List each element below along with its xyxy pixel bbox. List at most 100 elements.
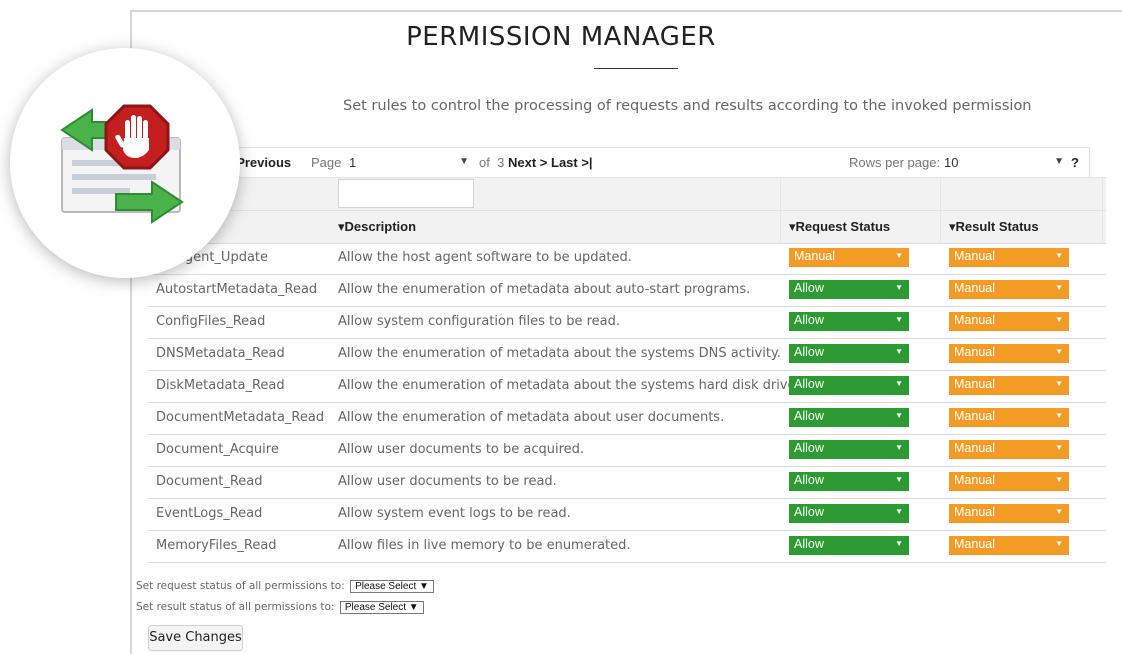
request-status-value: Allow (794, 313, 824, 327)
chevron-down-icon: ▼ (419, 581, 429, 592)
header-description-label: Description (344, 219, 417, 234)
column-divider (780, 211, 781, 243)
result-status-value: Manual (954, 441, 995, 455)
result-status-select[interactable]: Manual ▼ (949, 344, 1069, 363)
result-status-select[interactable]: Manual ▼ (949, 504, 1069, 523)
permission-description: Allow the enumeration of metadata about … (338, 346, 781, 361)
chevron-down-icon: ▼ (1055, 251, 1063, 260)
bulk-request-select[interactable]: Please Select ▼ (350, 580, 434, 593)
bulk-result-label: Set result status of all permissions to: (136, 601, 335, 613)
request-status-select[interactable]: Allow ▼ (789, 344, 909, 363)
result-status-select[interactable]: Manual ▼ (949, 536, 1069, 555)
column-divider (940, 178, 941, 211)
permission-description: Allow the enumeration of metadata about … (338, 378, 800, 393)
bulk-result-select[interactable]: Please Select ▼ (339, 601, 424, 614)
page-label: Page (311, 155, 342, 170)
page-select-value: 1 (349, 155, 357, 170)
request-status-select[interactable]: Allow ▼ (789, 408, 909, 427)
chevron-down-icon: ▼ (895, 379, 903, 388)
permission-description: Allow system event logs to be read. (338, 506, 571, 521)
table-row: Document_Acquire Allow user documents to… (148, 434, 1106, 467)
page-count: of 3 (479, 155, 504, 170)
permission-description: Allow files in live memory to be enumera… (338, 538, 631, 553)
pagination-bar: t < Previous Page 1 ▼ of 3 Next > Last >… (148, 147, 1090, 177)
next-page-link[interactable]: Next > (508, 155, 547, 170)
result-status-select[interactable]: Manual ▼ (949, 280, 1069, 299)
chevron-down-icon: ▼ (895, 251, 903, 260)
chevron-down-icon: ▼ (895, 315, 903, 324)
title-divider (594, 68, 678, 69)
bulk-result-row: Set result status of all permissions to:… (136, 601, 424, 614)
header-request-status-label: Request Status (795, 219, 891, 234)
header-result-status[interactable]: ▾Result Status (949, 219, 1039, 235)
table-row: AutostartMetadata_Read Allow the enumera… (148, 274, 1106, 307)
permission-name: Document_Acquire (156, 442, 279, 457)
result-status-select[interactable]: Manual ▼ (949, 408, 1069, 427)
column-divider (940, 211, 941, 243)
table-row: DocumentMetadata_Read Allow the enumerat… (148, 402, 1106, 435)
permission-name: ConfigFiles_Read (156, 314, 266, 329)
bulk-request-value: Please Select (355, 581, 417, 592)
chevron-down-icon: ▼ (1055, 411, 1063, 420)
request-status-select[interactable]: Allow ▼ (789, 280, 909, 299)
chevron-down-icon: ▼ (1055, 443, 1063, 452)
permission-filter-input[interactable] (338, 179, 474, 208)
result-status-select[interactable]: Manual ▼ (949, 312, 1069, 331)
permission-name: MemoryFiles_Read (156, 538, 277, 553)
column-divider (1102, 178, 1103, 211)
total-pages: 3 (497, 155, 505, 170)
chevron-down-icon: ▼ (459, 156, 469, 167)
header-result-status-label: Result Status (955, 219, 1039, 234)
request-status-select[interactable]: Allow ▼ (789, 376, 909, 395)
page-subtitle: Set rules to control the processing of r… (343, 98, 1032, 114)
chevron-down-icon: ▼ (1055, 315, 1063, 324)
chevron-down-icon: ▼ (895, 443, 903, 452)
header-request-status[interactable]: ▾Request Status (789, 219, 890, 235)
table-row: ConfigFiles_Read Allow system configurat… (148, 306, 1106, 339)
permission-name: DiskMetadata_Read (156, 378, 285, 393)
permission-description: Allow the enumeration of metadata about … (338, 282, 751, 297)
chevron-down-icon: ▼ (895, 507, 903, 516)
request-status-select[interactable]: Manual ▼ (789, 248, 909, 267)
table-row: DNSMetadata_Read Allow the enumeration o… (148, 338, 1106, 371)
request-status-value: Allow (794, 441, 824, 455)
rows-per-page-label: Rows per page: (849, 155, 941, 170)
table-row: Document_Read Allow user documents to be… (148, 466, 1106, 499)
permission-name: DNSMetadata_Read (156, 346, 285, 361)
result-status-select[interactable]: Manual ▼ (949, 248, 1069, 267)
request-status-select[interactable]: Allow ▼ (789, 504, 909, 523)
permission-description: Allow user documents to be acquired. (338, 442, 585, 457)
column-divider (780, 178, 781, 211)
result-status-select[interactable]: Manual ▼ (949, 440, 1069, 459)
chevron-down-icon: ▼ (1055, 475, 1063, 484)
table-row: DiskMetadata_Read Allow the enumeration … (148, 370, 1106, 403)
help-icon[interactable]: ? (1071, 155, 1079, 170)
stop-hand-exchange-icon (60, 104, 184, 224)
result-status-value: Manual (954, 249, 995, 263)
save-changes-button[interactable]: Save Changes (148, 625, 243, 651)
request-status-select[interactable]: Allow ▼ (789, 472, 909, 491)
rows-per-page-value: 10 (944, 155, 959, 170)
request-status-select[interactable]: Allow ▼ (789, 312, 909, 331)
table-row: MemoryFiles_Read Allow files in live mem… (148, 530, 1106, 563)
rows-per-page-select[interactable]: 10 ▼ (944, 155, 1064, 170)
chevron-down-icon: ▼ (408, 602, 419, 613)
permission-name: Document_Read (156, 474, 263, 489)
chevron-down-icon: ▼ (1055, 347, 1063, 356)
of-label: of (479, 155, 490, 170)
permission-name: DocumentMetadata_Read (156, 410, 325, 425)
result-status-select[interactable]: Manual ▼ (949, 376, 1069, 395)
page-select[interactable]: 1 ▼ (349, 155, 469, 170)
permission-description: Allow system configuration files to be r… (338, 314, 621, 329)
request-status-select[interactable]: Allow ▼ (789, 440, 909, 459)
chevron-down-icon: ▼ (895, 347, 903, 356)
last-page-link[interactable]: Last >| (551, 155, 593, 170)
result-status-select[interactable]: Manual ▼ (949, 472, 1069, 491)
header-description[interactable]: ▾Description (338, 219, 416, 235)
result-status-value: Manual (954, 377, 995, 391)
result-status-value: Manual (954, 345, 995, 359)
chevron-down-icon: ▼ (1055, 507, 1063, 516)
bulk-result-value: Please Select (344, 602, 407, 613)
request-status-select[interactable]: Allow ▼ (789, 536, 909, 555)
permission-name: EventLogs_Read (156, 506, 263, 521)
